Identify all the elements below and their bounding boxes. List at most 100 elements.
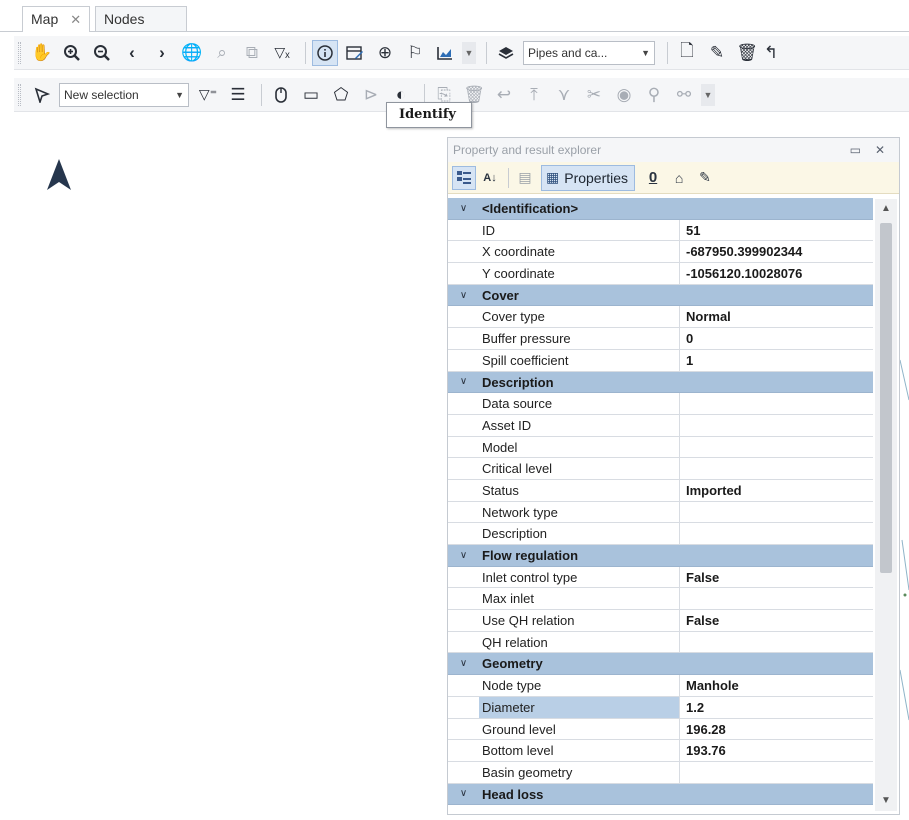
property-value[interactable]: -1056120.10028076 (680, 263, 873, 284)
close-icon[interactable]: ✕ (875, 143, 885, 157)
mouse-icon[interactable] (268, 82, 294, 108)
property-value[interactable] (680, 458, 873, 479)
property-row[interactable]: Model (448, 436, 873, 459)
property-row[interactable]: Cover type Normal (448, 306, 873, 329)
undo-icon[interactable]: ↩ (491, 82, 517, 108)
tab-nodes[interactable]: Nodes (95, 6, 187, 32)
category-row[interactable]: ∨ Head loss (448, 783, 873, 806)
category-row[interactable]: ∨ Description (448, 371, 873, 394)
zero-button[interactable]: 0 (641, 166, 665, 190)
pencil-icon[interactable]: ✎ (704, 40, 730, 66)
new-document-icon[interactable]: 🗋 (674, 40, 700, 66)
property-row[interactable]: QH relation (448, 631, 873, 654)
globe-icon[interactable]: 🌐 (179, 40, 205, 66)
property-row[interactable]: Max inlet (448, 588, 873, 611)
scroll-thumb[interactable] (880, 223, 892, 573)
back-icon[interactable]: ‹ (119, 40, 145, 66)
polygon-select-icon[interactable]: ⬠ (328, 82, 354, 108)
collapse-chevron-icon[interactable]: ∨ (448, 284, 479, 306)
property-row[interactable]: Inlet control type False (448, 566, 873, 589)
filter-selection-icon[interactable]: ▽⁼ (195, 82, 221, 108)
chart-icon[interactable] (432, 40, 458, 66)
property-row[interactable]: Use QH relation False (448, 610, 873, 632)
cut-icon[interactable]: ✂ (581, 82, 607, 108)
property-row[interactable]: Critical level (448, 458, 873, 480)
layer-select[interactable]: Pipes and ca... ▼ (523, 40, 655, 65)
flag-icon[interactable]: ⚐ (402, 40, 428, 66)
categorized-icon[interactable] (452, 165, 476, 190)
trace-up-icon[interactable]: ⤒ (521, 82, 547, 108)
property-row[interactable]: Basin geometry (448, 761, 873, 784)
property-row[interactable]: Data source (448, 393, 873, 415)
scroll-down-icon[interactable]: ▼ (875, 793, 897, 809)
select-arrow-icon[interactable] (29, 82, 55, 108)
maximize-icon[interactable]: ▭ (850, 143, 861, 157)
property-value[interactable] (680, 502, 873, 523)
property-value[interactable]: 193.76 (680, 740, 873, 761)
crosshair-icon[interactable]: ⊕ (372, 40, 398, 66)
property-row[interactable]: Y coordinate -1056120.10028076 (448, 263, 873, 285)
split-icon[interactable]: ↰ (764, 40, 778, 66)
trash-icon[interactable]: 🗑 (734, 40, 760, 66)
property-value[interactable]: Normal (680, 306, 873, 327)
connect-icon[interactable]: ⋎ (551, 82, 577, 108)
collapse-chevron-icon[interactable]: ∨ (448, 653, 479, 675)
pan-hand-icon[interactable]: ✋ (29, 40, 55, 66)
tag-icon[interactable]: ⌂ (667, 166, 691, 190)
property-value[interactable]: Imported (680, 480, 873, 501)
property-value[interactable] (680, 523, 873, 544)
property-row[interactable]: ID 51 (448, 219, 873, 242)
property-value[interactable] (680, 437, 873, 458)
property-value[interactable] (680, 588, 873, 609)
close-icon[interactable]: ✕ (70, 12, 81, 27)
pencil-icon[interactable]: ✎ (693, 166, 717, 190)
zoom-layer-icon[interactable]: ⧉ (239, 40, 265, 66)
property-row[interactable]: Network type (448, 501, 873, 524)
property-row[interactable]: Diameter 1.2 (448, 696, 873, 719)
category-row[interactable]: ∨ Cover (448, 284, 873, 307)
chevron-down-icon[interactable]: ▼ (701, 83, 715, 106)
zoom-out-icon[interactable] (89, 40, 115, 66)
rectangle-select-icon[interactable]: ▭ (298, 82, 324, 108)
chevron-down-icon[interactable]: ▼ (462, 41, 476, 64)
identify-icon[interactable] (312, 39, 338, 66)
toggle-icon[interactable]: ◉ (611, 82, 637, 108)
property-row[interactable]: Description (448, 523, 873, 545)
property-value[interactable]: Manhole (680, 675, 873, 696)
forward-icon[interactable]: › (149, 40, 175, 66)
selection-mode-select[interactable]: New selection ▼ (59, 82, 189, 107)
property-value[interactable] (680, 393, 873, 414)
category-row[interactable]: ∨ <Identification> (448, 198, 873, 220)
property-value[interactable]: 51 (680, 220, 873, 241)
property-pages-icon[interactable]: ▤ (513, 166, 537, 190)
list-icon[interactable]: ☰ (225, 82, 251, 108)
properties-button[interactable]: ▦ Properties (541, 164, 636, 191)
property-value[interactable]: 1.2 (680, 697, 873, 718)
sort-alphabetical-icon[interactable]: A↓ (478, 166, 502, 190)
vertical-scrollbar[interactable]: ▲ ▼ (875, 199, 897, 811)
lasso-select-icon[interactable]: ⊳ (358, 82, 384, 108)
toolbar-grip[interactable] (18, 41, 21, 64)
clear-filter-icon[interactable]: ▽ₓ (269, 40, 295, 66)
layers-icon[interactable] (493, 40, 519, 66)
collapse-chevron-icon[interactable]: ∨ (448, 371, 479, 393)
property-value[interactable]: 0 (680, 328, 873, 349)
collapse-chevron-icon[interactable]: ∨ (448, 783, 479, 805)
tab-map[interactable]: Map ✕ (22, 6, 91, 32)
property-row[interactable]: Asset ID (448, 414, 873, 437)
property-row[interactable]: Buffer pressure 0 (448, 328, 873, 350)
property-row[interactable]: Ground level 196.28 (448, 718, 873, 741)
category-row[interactable]: ∨ Flow regulation (448, 545, 873, 567)
property-value[interactable]: 1 (680, 350, 873, 371)
category-row[interactable]: ∨ Geometry (448, 653, 873, 676)
property-row[interactable]: Bottom level 193.76 (448, 740, 873, 762)
collapse-chevron-icon[interactable]: ∨ (448, 545, 479, 566)
collapse-chevron-icon[interactable]: ∨ (448, 198, 479, 219)
zoom-in-icon[interactable] (59, 40, 85, 66)
edit-properties-icon[interactable] (342, 40, 368, 66)
property-value[interactable]: False (680, 610, 873, 631)
property-row[interactable]: X coordinate -687950.399902344 (448, 241, 873, 264)
property-value[interactable]: False (680, 567, 873, 588)
zoom-selection-icon[interactable]: ⌕ (209, 40, 235, 66)
scroll-up-icon[interactable]: ▲ (875, 201, 897, 217)
